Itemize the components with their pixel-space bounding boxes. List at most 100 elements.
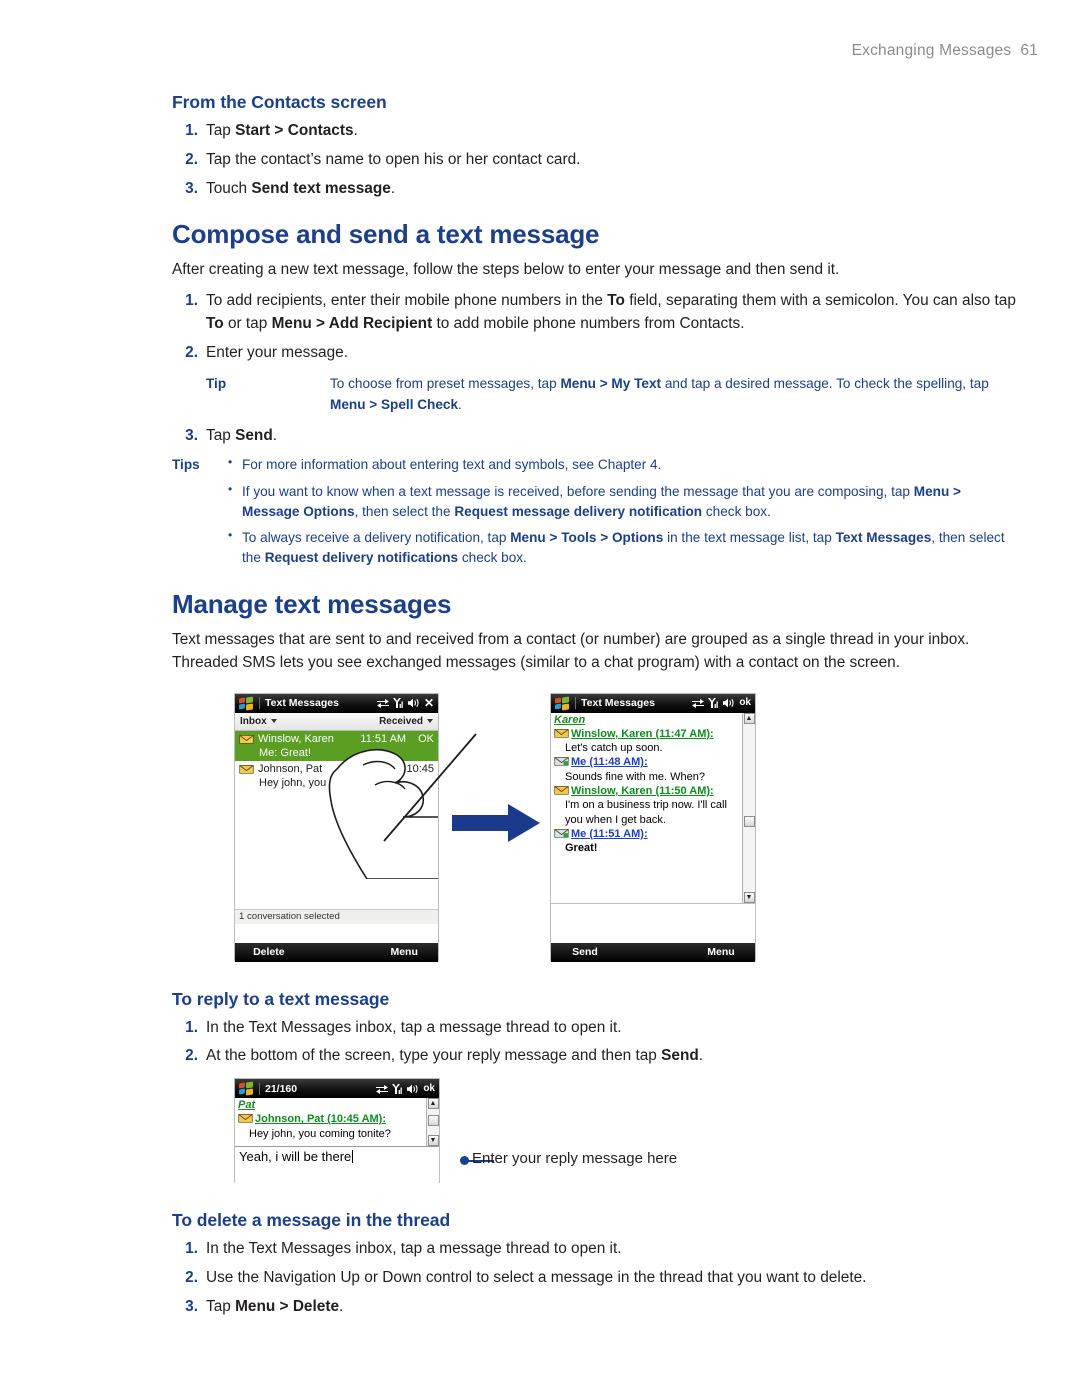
message-sender-link[interactable]: Me (11:48 AM): (571, 755, 648, 769)
softkey-delete[interactable]: Delete (235, 946, 303, 958)
softkey-menu[interactable]: Menu (687, 946, 755, 958)
tips-label: Tips (172, 457, 200, 473)
scroll-down-arrow-icon[interactable]: ▼ (743, 891, 755, 903)
emphasis-text: Send (235, 426, 273, 444)
speaker-icon[interactable] (407, 698, 420, 708)
figure-reply: 21/160 ok Pat Johnson, Pat (10:45 AM): He… (172, 1078, 1022, 1188)
step-item: 3. Tap Send. (172, 425, 1022, 448)
emphasis-text: Start > Contacts (235, 122, 354, 139)
heading-from-contacts: From the Contacts screen (172, 92, 387, 112)
device-body: Karen Winslow, Karen (11:47 AM): Let's ca… (551, 712, 755, 943)
plain-text: Touch (206, 179, 252, 197)
envelope-icon (239, 765, 254, 774)
device-screenshot-reply: 21/160 ok Pat Johnson, Pat (10:45 AM): He… (234, 1078, 440, 1184)
envelope-icon (238, 1114, 253, 1124)
plain-text: check box. (458, 549, 527, 565)
message-sender-link[interactable]: Me (11:51 AM): (571, 827, 648, 841)
folder-selector[interactable]: Inbox (240, 716, 277, 727)
thread-view: Karen Winslow, Karen (11:47 AM): Let's ca… (551, 713, 755, 856)
message-body: I'm on a business trip now. I'll call yo… (565, 799, 727, 826)
chevron-down-icon (270, 719, 277, 724)
ok-button[interactable]: ok (423, 1083, 435, 1094)
heading-reply: To reply to a text message (172, 988, 390, 1009)
plain-text: Tap (206, 122, 236, 139)
emphasis-text: Send text message (251, 179, 391, 197)
thread-message-header: Me (11:51 AM): (551, 827, 742, 841)
plain-text: Tap (206, 426, 236, 444)
envelope-icon (239, 735, 254, 744)
envelope-icon (554, 728, 569, 738)
ok-button[interactable]: ok (739, 698, 751, 708)
step-item: 2. Enter your message. (172, 342, 1022, 365)
softkey-menu[interactable]: Menu (370, 946, 438, 958)
title-bar-icons: ✕ (376, 697, 434, 709)
plain-text: field, separating them with a semicolon.… (624, 292, 1016, 310)
windows-start-icon[interactable] (239, 1081, 254, 1096)
running-header-title: Exchanging Messages (851, 42, 1012, 59)
scrollbar-thumb[interactable] (743, 815, 755, 827)
plain-text: and tap a desired message. To check the … (661, 376, 989, 392)
close-icon[interactable]: ✕ (424, 697, 434, 709)
scroll-up-arrow-icon[interactable]: ▲ (427, 1098, 439, 1110)
connection-icon[interactable] (692, 698, 705, 709)
step-number: 1. (185, 122, 198, 139)
thread-message-header: Winslow, Karen (11:50 AM): (551, 784, 742, 798)
signal-icon[interactable] (392, 1083, 403, 1094)
speaker-icon[interactable] (723, 698, 735, 708)
signal-icon[interactable] (708, 698, 719, 709)
step-number: 2. (185, 1268, 198, 1286)
windows-start-icon[interactable] (555, 695, 570, 711)
plain-text: . (339, 1297, 344, 1315)
emphasis-text: Menu > Spell Check (330, 396, 459, 412)
reply-input-value: Yeah, i will be there (239, 1149, 352, 1165)
scroll-up-arrow-icon[interactable]: ▲ (743, 712, 755, 724)
tip-item: For more information about entering text… (228, 454, 1022, 475)
emphasis-text: To (206, 314, 224, 332)
steps-compose-1: 1. To add recipients, enter their mobile … (172, 290, 1022, 364)
vertical-scrollbar[interactable]: ▲ ▼ (426, 1098, 439, 1147)
tip-body: To choose from preset messages, tap Menu… (330, 374, 1022, 414)
step-number: 1. (185, 1018, 198, 1036)
steps-reply: 1. In the Text Messages inbox, tap a mess… (172, 1017, 1022, 1069)
envelope-icon (554, 786, 569, 795)
thread-message-header: Johnson, Pat (10:45 AM): (235, 1112, 426, 1126)
plain-text: or tap (223, 314, 272, 332)
tips-block: Tips For more information about entering… (172, 454, 1022, 568)
tip-item: If you want to know when a text message … (228, 481, 1022, 522)
emphasis-text: Menu > My Text (560, 376, 662, 392)
step-text: Tap Start > Contacts. (206, 122, 358, 139)
scrollbar-track[interactable] (427, 1109, 439, 1136)
scroll-down-arrow-icon[interactable]: ▼ (427, 1135, 439, 1147)
title-bar-icons: ok (692, 698, 751, 709)
step-text: Tap the contact’s name to open his or he… (206, 151, 580, 168)
reply-input[interactable]: Yeah, i will be there (235, 1146, 439, 1167)
step-number: 2. (185, 343, 198, 361)
sort-selector[interactable]: Received (379, 716, 433, 727)
vertical-scrollbar[interactable]: ▲ ▼ (742, 712, 755, 903)
plain-text: . (272, 426, 278, 444)
plain-text: At the bottom of the screen, type your r… (206, 1047, 662, 1065)
softkey-send[interactable]: Send (551, 946, 619, 958)
message-sender-link[interactable]: Winslow, Karen (11:47 AM): (571, 727, 714, 741)
scrollbar-track[interactable] (743, 723, 755, 892)
plain-text: In the Text Messages inbox, tap a messag… (206, 1018, 622, 1036)
compose-input-area[interactable] (551, 902, 755, 943)
step-text: In the Text Messages inbox, tap a messag… (206, 1019, 622, 1036)
connection-icon[interactable] (376, 1084, 389, 1094)
signal-icon[interactable] (392, 698, 404, 709)
speaker-icon[interactable] (407, 1084, 419, 1094)
scrollbar-thumb[interactable] (427, 1115, 439, 1127)
plain-text: Enter your message. (206, 343, 349, 361)
connection-icon[interactable] (376, 698, 389, 709)
step-item: 3. Tap Menu > Delete. (172, 1296, 1022, 1319)
windows-start-icon[interactable] (239, 695, 254, 711)
heading-manage: Manage text messages (172, 589, 452, 620)
emphasis-text: Menu > Add Recipient (271, 314, 433, 332)
message-sender-link[interactable]: Johnson, Pat (10:45 AM): (255, 1112, 386, 1126)
step-number: 3. (185, 179, 198, 197)
emphasis-text: Request message delivery notification (454, 503, 703, 519)
tips-list: For more information about entering text… (172, 454, 1022, 568)
folder-label: Inbox (240, 715, 267, 727)
message-sender-link[interactable]: Winslow, Karen (11:50 AM): (571, 784, 714, 798)
plain-text: . (698, 1047, 704, 1065)
